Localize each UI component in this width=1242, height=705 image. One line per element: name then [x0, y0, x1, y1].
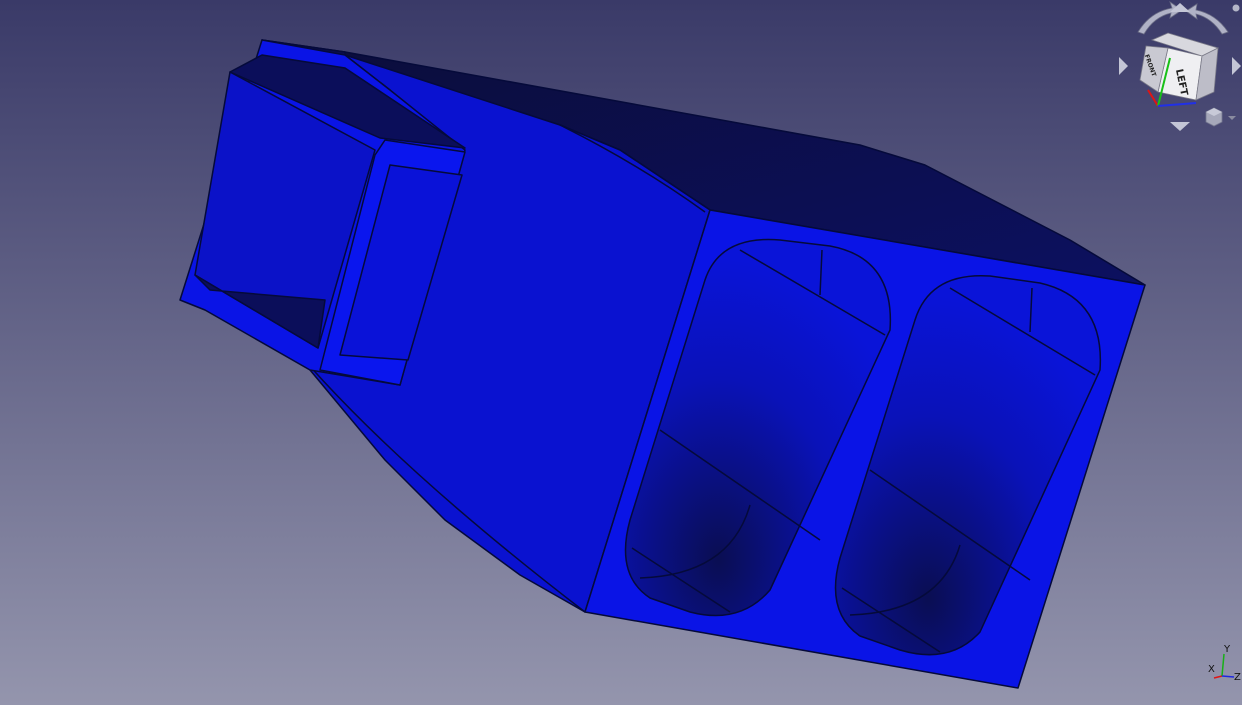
3d-viewport[interactable]: LEFT FRONT X Y Z	[0, 0, 1242, 705]
axis-cross: X Y Z	[1200, 640, 1242, 685]
view-menu-icon[interactable]	[1205, 107, 1223, 127]
z-axis-label: Z	[1234, 672, 1241, 683]
rotate-left-icon[interactable]	[1137, 1, 1183, 35]
orthographic-toggle-icon[interactable]	[1232, 4, 1240, 12]
navigation-cube[interactable]: LEFT FRONT	[1110, 0, 1242, 140]
x-axis-label: X	[1208, 664, 1215, 675]
y-axis-line	[1221, 653, 1225, 677]
arrow-left-icon[interactable]	[1119, 57, 1128, 75]
x-axis-line	[1213, 675, 1223, 679]
view-cube[interactable]: LEFT FRONT	[1139, 32, 1220, 101]
arrow-down-icon[interactable]	[1170, 122, 1190, 131]
y-axis-label: Y	[1223, 644, 1231, 655]
arrow-right-icon[interactable]	[1232, 57, 1241, 75]
menu-dropdown-icon[interactable]	[1228, 116, 1236, 120]
z-axis-line	[1221, 675, 1235, 678]
viewport-canvas[interactable]	[0, 0, 1242, 705]
rotate-right-icon[interactable]	[1185, 3, 1229, 35]
